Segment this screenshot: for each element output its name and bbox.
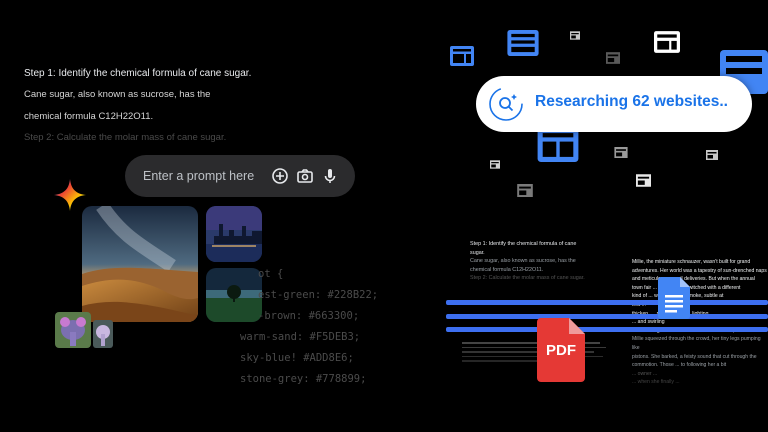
- website-icon: [570, 31, 580, 40]
- story-line: and meticulous ... mail deliveries. But …: [632, 276, 755, 283]
- add-icon[interactable]: [270, 166, 290, 186]
- website-icon: [537, 128, 579, 162]
- gemini-sparkle-icon: [54, 179, 86, 211]
- research-status-text: Researching 62 websites..: [535, 93, 728, 110]
- doc-step-2: Step 2: Calculate the molar mass of cane…: [470, 275, 585, 281]
- story-line: pistons. She barked, a feisty sound that…: [632, 353, 757, 360]
- code-line: warm-sand: #F5DEB3;: [240, 331, 361, 343]
- story-line: ... owner ...: [632, 370, 658, 377]
- story-line: town fair ... Millie's nose twitched wit…: [632, 284, 741, 291]
- google-docs-icon: [658, 277, 690, 319]
- code-line: stone-grey: #778899;: [240, 373, 367, 385]
- prompt-bar[interactable]: Enter a prompt here: [125, 155, 355, 197]
- desert-night-image: [82, 206, 198, 322]
- elephant-image-large: [55, 312, 91, 348]
- step-2-text: Step 2: Calculate the molar mass of cane…: [24, 132, 227, 143]
- microphone-icon[interactable]: [320, 166, 340, 186]
- website-icon: [507, 30, 539, 56]
- camera-icon[interactable]: [295, 166, 315, 186]
- website-icon: [606, 52, 620, 64]
- story-line: Millie, the miniature schnauzer, wasn't …: [632, 259, 751, 265]
- website-icon: [517, 184, 533, 197]
- website-icon: [614, 147, 628, 158]
- doc-line-2: chemical formula C12H22O11.: [470, 266, 544, 273]
- code-line: est-green: #228B22;: [258, 289, 379, 301]
- story-line: commotion. Those ... to following her a …: [632, 362, 727, 369]
- website-icon: [450, 46, 474, 66]
- pdf-icon: PDF: [537, 318, 585, 382]
- prompt-input[interactable]: Enter a prompt here: [143, 169, 254, 183]
- doc-line-1: Cane sugar, also known as sucrose, has t…: [470, 258, 576, 264]
- website-icon: [636, 174, 651, 187]
- progress-bar-line: [446, 314, 768, 319]
- response-line-1: Cane sugar, also known as sucrose, has t…: [24, 89, 211, 100]
- story-line: ... and swirling: [632, 319, 665, 326]
- doc-step-1b: sugar.: [470, 249, 485, 256]
- story-text-block: Millie, the miniature schnauzer, wasn't …: [632, 258, 768, 387]
- code-line: sky-blue! #ADD8E6;: [240, 352, 354, 364]
- doc-step-block: Step 1: Identify the chemical formula of…: [470, 240, 610, 283]
- website-icon: [490, 160, 500, 169]
- code-line: -brown: #663300;: [258, 310, 360, 322]
- story-line: ... when she finally ...: [632, 379, 680, 386]
- story-line: Millie squeezed through the crowd, her t…: [632, 336, 761, 351]
- code-snippet: ot { est-green: #228B22; -brown: #663300…: [240, 264, 378, 390]
- step-1-text: Step 1: Identify the chemical formula of…: [24, 68, 252, 79]
- progress-bar-line: [446, 300, 768, 305]
- response-line-2: chemical formula C12H22O11.: [24, 111, 154, 122]
- research-status-pill: Researching 62 websites..: [476, 76, 752, 132]
- code-line: ot {: [258, 268, 284, 280]
- website-icon: [654, 31, 680, 53]
- pdf-label: PDF: [546, 342, 576, 359]
- doc-step-1: Step 1: Identify the chemical formula of…: [470, 241, 577, 247]
- progress-bar-line: [446, 327, 768, 332]
- story-line: adventures. Her world was a tapestry of …: [632, 267, 767, 274]
- research-search-icon: [489, 87, 523, 121]
- elephant-image-small: [93, 320, 113, 348]
- website-icon: [706, 150, 718, 160]
- city-skyline-image: [206, 206, 262, 262]
